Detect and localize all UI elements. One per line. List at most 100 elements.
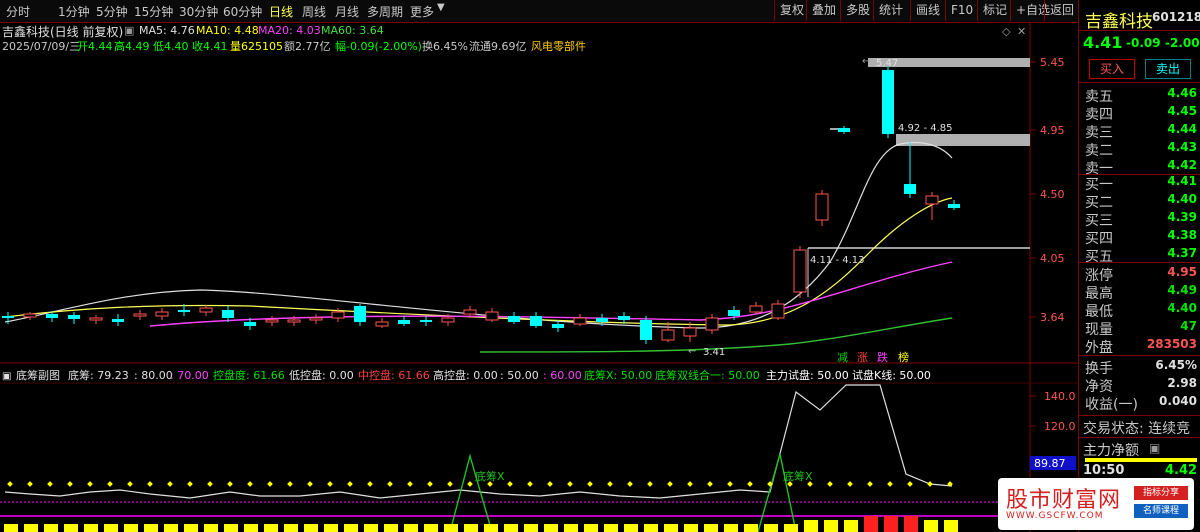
- period-tab-60min[interactable]: 60分钟: [223, 3, 262, 20]
- indicator-d7: 高控盘: 0.00: [433, 368, 498, 382]
- indicator-dot: [127, 481, 133, 487]
- signal-die: 跌: [877, 350, 888, 364]
- buy-button[interactable]: 买入: [1089, 59, 1135, 79]
- indicator-dot: [67, 481, 73, 487]
- period-tab-15min[interactable]: 15分钟: [134, 3, 173, 20]
- net-flow-bar: [1085, 458, 1197, 462]
- indicator-dot: [847, 481, 853, 487]
- draw-line-button[interactable]: 画线: [910, 0, 945, 21]
- divider: [1079, 437, 1200, 438]
- candle-body: [838, 128, 850, 132]
- indicator-dot: [527, 481, 533, 487]
- price-tick: 4.05: [1040, 252, 1065, 265]
- indicator-bar: [644, 524, 658, 532]
- indicator-green-spike: [449, 453, 493, 532]
- indicator-bar: [484, 524, 498, 532]
- indicator-bar: [804, 520, 818, 532]
- ask-row[interactable]: 卖二 4.43: [1079, 140, 1200, 159]
- period-tab-monthly[interactable]: 月线: [335, 3, 359, 20]
- period-toolbar: 分时 1分钟 5分钟 15分钟 30分钟 60分钟 日线 周线 月线 多周期 更…: [0, 0, 1078, 23]
- f10-button[interactable]: F10: [945, 0, 978, 21]
- quote-level-price: 4.42: [1167, 158, 1197, 172]
- ask-row[interactable]: 卖五 4.46: [1079, 86, 1200, 105]
- period-tab-weekly[interactable]: 周线: [302, 3, 326, 20]
- indicator-bar: [904, 516, 918, 532]
- indicator-bar: [124, 524, 138, 532]
- indicator-dot: [927, 481, 933, 487]
- indicator-d8: : 50.00: [500, 369, 539, 382]
- overlay-button[interactable]: 叠加: [806, 0, 841, 21]
- bid-row[interactable]: 买四 4.38: [1079, 228, 1200, 247]
- candle-body: [441, 317, 455, 323]
- indicator-dot: [427, 481, 433, 487]
- candle-body: [133, 313, 147, 317]
- panel-price: 4.41: [1083, 33, 1123, 52]
- indicator-bar: [104, 524, 118, 532]
- more-dropdown-icon[interactable]: ▼: [437, 2, 445, 13]
- price-tick: 5.45: [1040, 56, 1065, 69]
- period-tab-30min[interactable]: 30分钟: [179, 3, 218, 20]
- stat-row: 外盘 283503: [1079, 337, 1200, 356]
- signal-zhang: 涨: [857, 351, 868, 364]
- period-tab-5min[interactable]: 5分钟: [96, 3, 128, 20]
- indicator-bar: [304, 524, 318, 532]
- kline-chart[interactable]: 5.45 4.95 4.50 4.05 3.64 ← 5.47 4.92 - 4…: [0, 22, 1078, 532]
- bid-row[interactable]: 买三 4.39: [1079, 210, 1200, 229]
- bid-row[interactable]: 买二 4.40: [1079, 192, 1200, 211]
- indicator-bar: [324, 524, 338, 532]
- candle-body: [23, 313, 37, 318]
- quote-level-label: 卖二: [1085, 143, 1113, 159]
- candle-body: [705, 317, 719, 331]
- indicator-bar: [204, 524, 218, 532]
- ask-row[interactable]: 卖四 4.45: [1079, 104, 1200, 123]
- indicator-dot: [667, 481, 673, 487]
- ask-row[interactable]: 卖三 4.44: [1079, 122, 1200, 141]
- indicator-dot: [867, 481, 873, 487]
- indicator-dot: [347, 481, 353, 487]
- indicator-collapse-icon[interactable]: ▣: [2, 371, 11, 382]
- indicator-bar: [704, 524, 718, 532]
- indicator-dot: [827, 481, 833, 487]
- candle-body: [793, 249, 807, 293]
- period-tab-daily[interactable]: 日线: [269, 3, 293, 20]
- multi-stock-button[interactable]: 多股: [840, 0, 875, 21]
- range-bottom-label: 4.11 - 4.13: [810, 255, 865, 266]
- indicator-d2: : 80.00: [134, 369, 173, 382]
- indicator-bar: [44, 524, 58, 532]
- candle-body: [728, 310, 740, 316]
- indicator-bar: [344, 524, 358, 532]
- bid-row[interactable]: 买一 4.41: [1079, 174, 1200, 193]
- mark-button[interactable]: 标记: [977, 0, 1012, 21]
- period-tab-fenshi[interactable]: 分时: [6, 3, 30, 20]
- panel-stock-name: 吉鑫科技: [1085, 12, 1153, 32]
- candle-body: [815, 193, 829, 221]
- fuquan-button[interactable]: 复权: [774, 0, 809, 21]
- indicator-bar: [604, 524, 618, 532]
- quote-level-price: 4.44: [1167, 122, 1197, 136]
- stat-row: 涨停 4.95: [1079, 265, 1200, 284]
- candle-body: [46, 314, 58, 318]
- indicator-title: 底筹副图: [16, 368, 60, 382]
- candle-body: [178, 310, 190, 312]
- back-button[interactable]: 返回: [1044, 0, 1079, 21]
- sell-button[interactable]: 卖出: [1145, 59, 1191, 79]
- indicator-dot: [447, 481, 453, 487]
- indicator-dot: [747, 481, 753, 487]
- candle-body: [244, 322, 256, 326]
- quote-level-label: 卖四: [1085, 107, 1113, 123]
- stat-row: 收益(一) 0.040: [1079, 394, 1200, 413]
- net-flow-label: 主力净额: [1083, 443, 1139, 459]
- period-tab-multi[interactable]: 多周期: [367, 3, 403, 20]
- net-flow-toggle-icon[interactable]: ▣: [1149, 441, 1160, 455]
- stats-button[interactable]: 统计: [873, 0, 908, 21]
- indicator-d5: 低控盘: 0.00: [289, 368, 354, 382]
- period-tab-more[interactable]: 更多: [410, 3, 434, 20]
- period-tab-1min[interactable]: 1分钟: [58, 3, 90, 20]
- indicator-bar: [744, 524, 758, 532]
- candle-body: [530, 316, 542, 326]
- watermark-badge: 名师课程: [1134, 504, 1188, 518]
- indicator-dot: [187, 481, 193, 487]
- stat-label: 收益(一): [1085, 397, 1138, 413]
- indicator-d13: 试盘K线: 50.00: [852, 368, 931, 382]
- indicator-dot: [27, 481, 33, 487]
